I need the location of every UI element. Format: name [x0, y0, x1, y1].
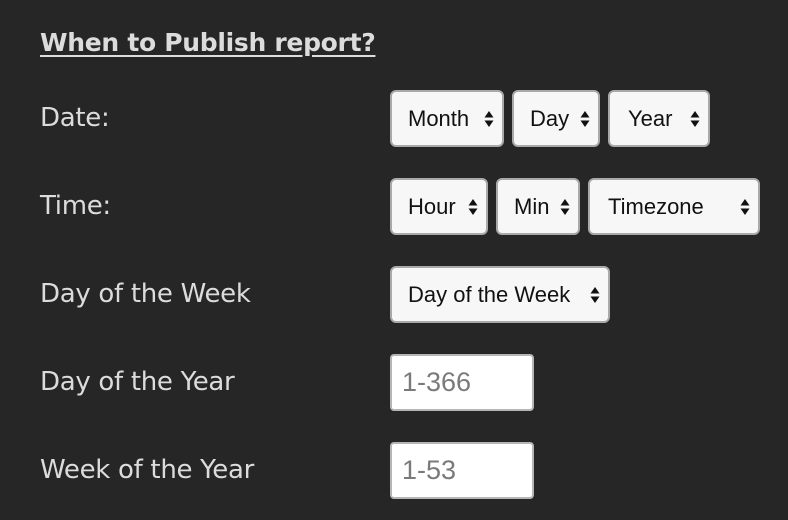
year-select-value: Year	[628, 105, 673, 131]
day-of-year-label: Day of the Year	[40, 367, 235, 397]
up-down-arrows-icon	[590, 286, 600, 303]
timezone-select-value: Timezone	[608, 193, 704, 219]
up-down-arrows-icon	[740, 198, 750, 215]
week-of-year-label: Week of the Year	[40, 455, 255, 485]
time-label: Time:	[40, 191, 111, 221]
timezone-select[interactable]: Timezone	[588, 178, 760, 235]
month-select[interactable]: Month	[390, 90, 504, 147]
week-of-year-input[interactable]	[390, 442, 534, 499]
form-title: When to Publish report?	[40, 28, 376, 57]
up-down-arrows-icon	[484, 110, 494, 127]
month-select-value: Month	[408, 105, 470, 131]
day-of-week-select-value: Day of the Week	[408, 281, 571, 307]
hour-select[interactable]: Hour	[390, 178, 488, 235]
hour-select-value: Hour	[408, 193, 456, 219]
up-down-arrows-icon	[560, 198, 570, 215]
day-select-value: Day	[530, 105, 570, 131]
up-down-arrows-icon	[580, 110, 590, 127]
minute-select-value: Min	[514, 193, 550, 219]
day-of-year-input[interactable]	[390, 354, 534, 411]
up-down-arrows-icon	[690, 110, 700, 127]
day-of-week-select[interactable]: Day of the Week	[390, 266, 610, 323]
up-down-arrows-icon	[468, 198, 478, 215]
day-select[interactable]: Day	[512, 90, 600, 147]
date-label: Date:	[40, 103, 110, 133]
minute-select[interactable]: Min	[496, 178, 580, 235]
day-of-week-label: Day of the Week	[40, 279, 251, 309]
year-select[interactable]: Year	[608, 90, 710, 147]
